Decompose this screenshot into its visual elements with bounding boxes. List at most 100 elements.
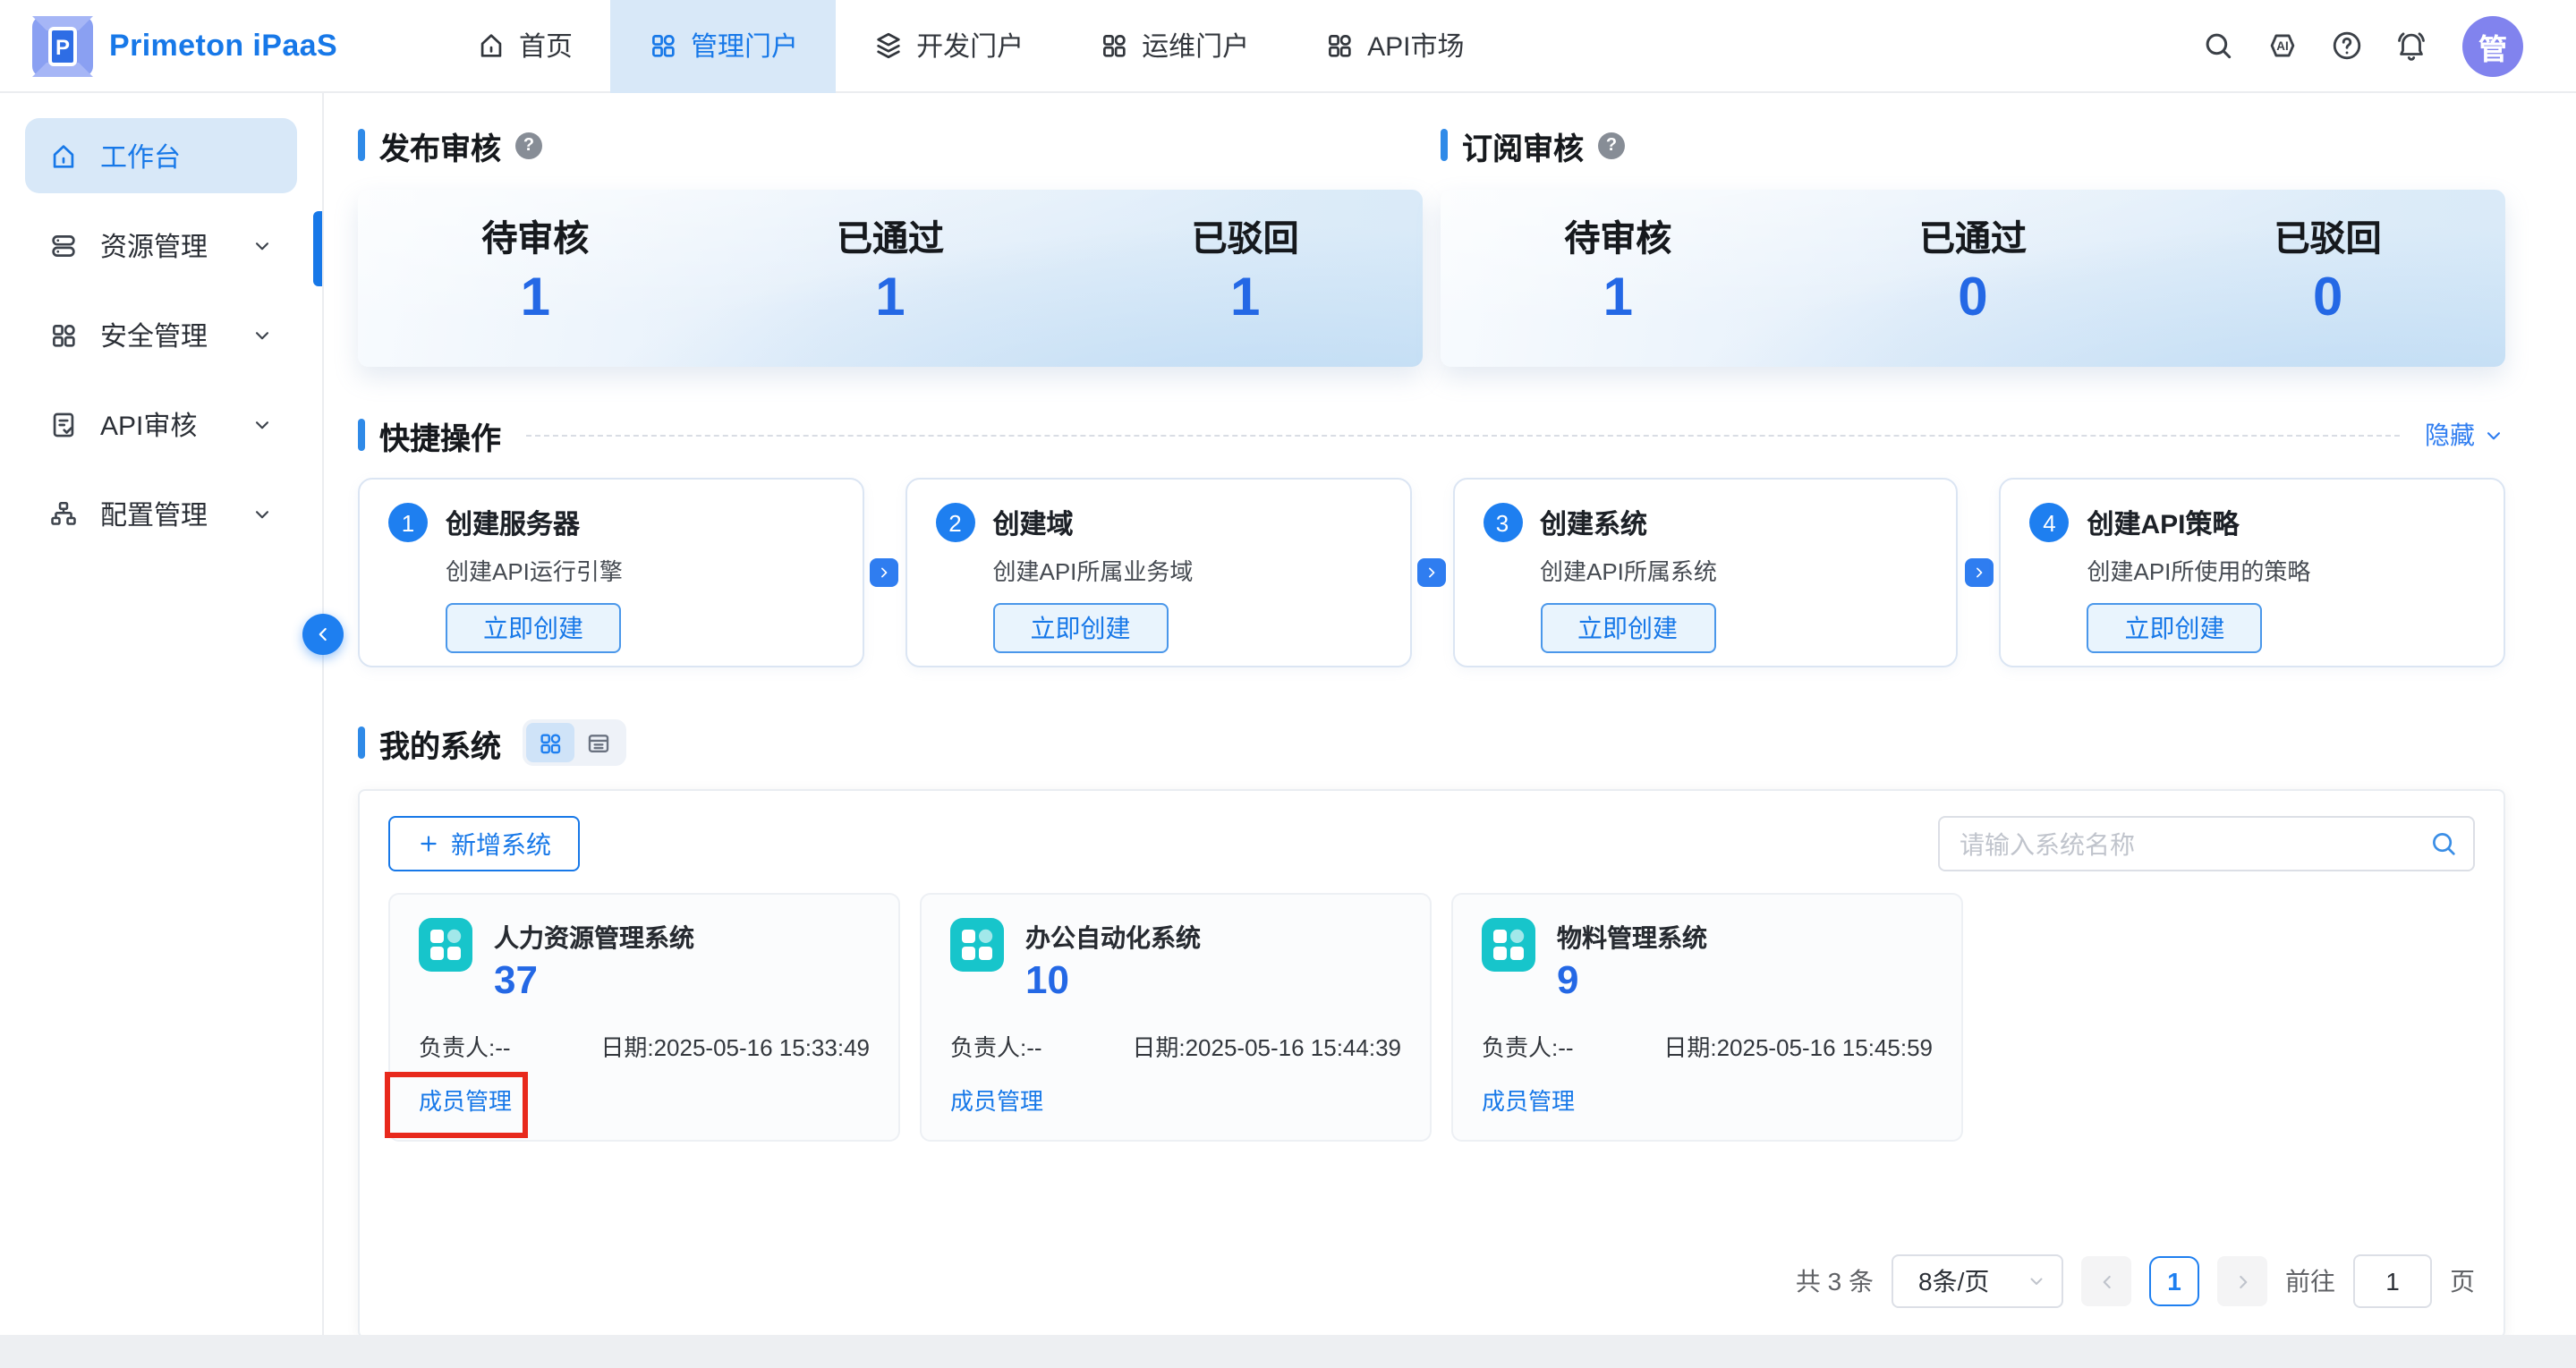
system-owner: 负责人:-- [1482, 1032, 1574, 1065]
system-card-hr: 人力资源管理系统 37 负责人:-- 日期:2025-05-16 15:33:4… [388, 893, 900, 1142]
arrow-gap [1411, 558, 1452, 587]
section-title: 我的系统 [379, 720, 501, 765]
stat-value: 1 [521, 268, 550, 329]
step-badge: 3 [1483, 503, 1522, 542]
nav-item-dev-portal[interactable]: 开发门户 [836, 0, 1061, 92]
grid-icon [648, 30, 678, 61]
quick-card-desc: 创建API所属业务域 [993, 558, 1382, 587]
system-search-input[interactable] [1938, 816, 2475, 871]
sidebar-item-api-review[interactable]: API审核 [25, 387, 297, 462]
grid-view-button[interactable] [526, 723, 574, 762]
quick-card-title: 创建域 [993, 504, 1074, 541]
hide-quick-actions-link[interactable]: 隐藏 [2425, 417, 2505, 453]
prev-page-button[interactable] [2081, 1256, 2131, 1306]
list-view-button[interactable] [574, 723, 623, 762]
home-icon [48, 140, 79, 171]
system-card-oa: 办公自动化系统 10 负责人:-- 日期:2025-05-16 15:44:39… [920, 893, 1432, 1142]
brand: Primeton iPaaS [0, 15, 438, 76]
search-icon[interactable] [2428, 828, 2459, 859]
sidebar-item-resource-mgmt[interactable]: 资源管理 [25, 208, 297, 283]
stat-value: 0 [1958, 268, 1987, 329]
help-icon[interactable] [2330, 29, 2364, 63]
create-now-button[interactable]: 立即创建 [2087, 603, 2263, 653]
nav-item-api-market[interactable]: API市场 [1287, 0, 1501, 92]
stat-label: 已驳回 [2274, 220, 2382, 261]
system-search [1938, 816, 2475, 871]
stat-value: 1 [1230, 268, 1260, 329]
primeton-logo-icon [32, 15, 93, 76]
add-system-button[interactable]: 新增系统 [388, 816, 580, 871]
sidebar-item-config-mgmt[interactable]: 配置管理 [25, 476, 297, 551]
sidebar-item-label: 配置管理 [100, 495, 208, 532]
stat-label: 已驳回 [1192, 220, 1299, 261]
quick-card-create-domain: 2创建域 创建API所属业务域 立即创建 [905, 478, 1412, 667]
help-icon[interactable]: ? [515, 132, 542, 158]
top-navbar: Primeton iPaaS 首页 管理门户 开发门户 运维门户 API市场 [0, 0, 2576, 93]
notification-bell-icon[interactable] [2394, 29, 2428, 63]
grid-view-icon [537, 729, 564, 756]
active-item-indicator [313, 211, 322, 286]
quick-card-title: 创建API策略 [2087, 504, 2240, 541]
member-management-link[interactable]: 成员管理 [950, 1086, 1043, 1118]
stat-pending: 待审核 1 [1564, 220, 1671, 329]
member-management-link[interactable]: 成员管理 [1482, 1086, 1575, 1118]
stat-label: 已通过 [1919, 220, 2027, 261]
main-content: 发布审核 ? 待审核 1 已通过 1 已驳回 1 [324, 93, 2576, 1335]
stat-value: 1 [875, 268, 905, 329]
system-date: 日期:2025-05-16 15:44:39 [1132, 1032, 1401, 1065]
sidebar-collapse-button[interactable] [302, 614, 344, 655]
publish-review-header: 发布审核 ? [358, 127, 1423, 163]
quick-actions-row: 1创建服务器 创建API运行引擎 立即创建 2创建域 创建API所属业务域 立即… [358, 478, 2505, 667]
system-name: 物料管理系统 [1557, 918, 1707, 954]
ai-assistant-icon[interactable] [2266, 29, 2300, 63]
chevron-down-icon [251, 412, 274, 436]
search-icon[interactable] [2201, 29, 2235, 63]
publish-review-column: 发布审核 ? 待审核 1 已通过 1 已驳回 1 [358, 127, 1423, 367]
system-cards-row: 人力资源管理系统 37 负责人:-- 日期:2025-05-16 15:33:4… [388, 893, 2475, 1142]
sidebar-item-workbench[interactable]: 工作台 [25, 118, 297, 193]
current-page-button[interactable]: 1 [2149, 1256, 2199, 1306]
create-now-button[interactable]: 立即创建 [993, 603, 1169, 653]
document-check-icon [48, 409, 79, 439]
next-step-arrow-icon [1965, 558, 1994, 587]
bottom-strip [0, 1335, 2576, 1368]
nav-item-admin-portal[interactable]: 管理门户 [610, 0, 836, 92]
home-icon [476, 30, 506, 61]
user-avatar[interactable]: 管 [2462, 15, 2523, 76]
nav-item-home[interactable]: 首页 [438, 0, 610, 92]
arrow-gap [864, 558, 905, 587]
system-app-icon [419, 918, 472, 972]
stat-label: 已通过 [837, 220, 944, 261]
stat-value: 1 [1603, 268, 1633, 329]
help-icon[interactable]: ? [1598, 132, 1625, 158]
nav-item-label: 管理门户 [691, 27, 798, 64]
goto-page-input[interactable] [2353, 1254, 2432, 1308]
subscribe-review-stats: 待审核 1 已通过 0 已驳回 0 [1441, 190, 2505, 367]
sitemap-icon [48, 498, 79, 529]
nav-item-ops-portal[interactable]: 运维门户 [1061, 0, 1287, 92]
publish-review-stats: 待审核 1 已通过 1 已驳回 1 [358, 190, 1423, 367]
hide-label: 隐藏 [2425, 417, 2475, 453]
section-title: 订阅审核 [1462, 123, 1584, 167]
step-badge: 1 [388, 503, 428, 542]
chevron-down-icon [2026, 1270, 2047, 1292]
quick-actions-header: 快捷操作 隐藏 [358, 417, 2505, 453]
nav-menu: 首页 管理门户 开发门户 运维门户 API市场 [438, 0, 1502, 92]
sidebar-item-label: 资源管理 [100, 226, 208, 264]
sidebar-item-label: API审核 [100, 405, 197, 443]
next-step-arrow-icon [1417, 558, 1446, 587]
quick-card-desc: 创建API所使用的策略 [2087, 558, 2476, 587]
total-count-label: 共 3 条 [1796, 1263, 1874, 1299]
next-page-button[interactable] [2217, 1256, 2267, 1306]
sidebar-item-security-mgmt[interactable]: 安全管理 [25, 297, 297, 372]
system-name: 办公自动化系统 [1025, 918, 1201, 954]
page-size-select[interactable]: 8条/页 [1892, 1254, 2063, 1308]
create-now-button[interactable]: 立即创建 [1540, 603, 1715, 653]
my-systems-header: 我的系统 [358, 723, 2505, 762]
create-now-button[interactable]: 立即创建 [446, 603, 621, 653]
next-step-arrow-icon [871, 558, 899, 587]
grid-icon [1099, 30, 1129, 61]
view-toggle [523, 719, 626, 766]
quick-card-title: 创建服务器 [446, 504, 580, 541]
nav-item-label: 运维门户 [1142, 27, 1249, 64]
